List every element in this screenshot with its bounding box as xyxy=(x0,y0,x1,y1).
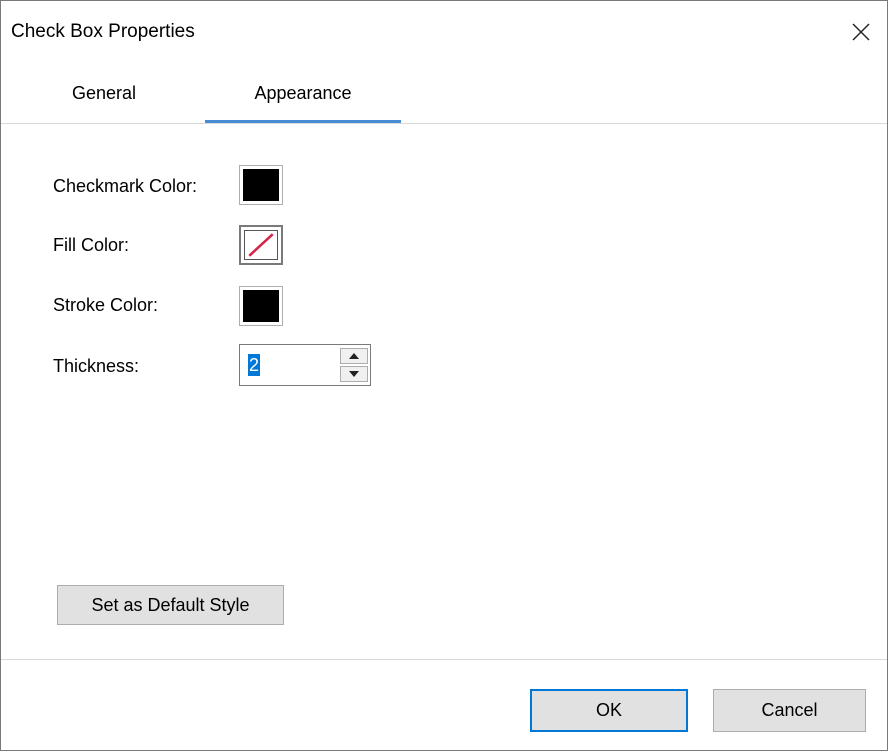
tab-appearance[interactable]: Appearance xyxy=(205,63,401,123)
tab-divider xyxy=(1,123,887,124)
title-bar: Check Box Properties xyxy=(1,1,887,63)
thickness-label: Thickness: xyxy=(53,356,140,376)
cancel-button[interactable]: Cancel xyxy=(713,689,866,732)
fill-color-label: Fill Color: xyxy=(53,235,130,255)
thickness-decrement-button[interactable] xyxy=(340,366,368,382)
stroke-color-fill xyxy=(243,290,279,322)
checkmark-color-swatch[interactable] xyxy=(239,165,283,205)
footer-divider xyxy=(1,659,887,660)
set-as-default-style-button[interactable]: Set as Default Style xyxy=(57,585,284,625)
checkmark-color-label: Checkmark Color: xyxy=(53,176,198,196)
checkmark-color-fill xyxy=(243,169,279,201)
close-icon xyxy=(852,23,870,41)
stroke-color-swatch[interactable] xyxy=(239,286,283,326)
fill-color-fill xyxy=(244,230,278,260)
tab-bar: General Appearance xyxy=(1,63,887,123)
ok-button[interactable]: OK xyxy=(530,689,688,732)
thickness-spin-buttons xyxy=(340,348,368,382)
stroke-color-label: Stroke Color: xyxy=(53,295,159,315)
fill-color-swatch[interactable] xyxy=(239,225,283,265)
arrow-down-icon xyxy=(349,371,359,377)
close-button[interactable] xyxy=(835,1,887,63)
check-box-properties-dialog: Check Box Properties General Appearance … xyxy=(0,0,888,751)
dialog-title: Check Box Properties xyxy=(11,21,195,42)
arrow-up-icon xyxy=(349,353,359,359)
no-color-icon xyxy=(248,233,274,257)
thickness-value[interactable]: 2 xyxy=(248,354,261,376)
tab-general[interactable]: General xyxy=(39,63,169,123)
thickness-spinbox[interactable]: 2 xyxy=(239,344,371,386)
thickness-increment-button[interactable] xyxy=(340,348,368,364)
